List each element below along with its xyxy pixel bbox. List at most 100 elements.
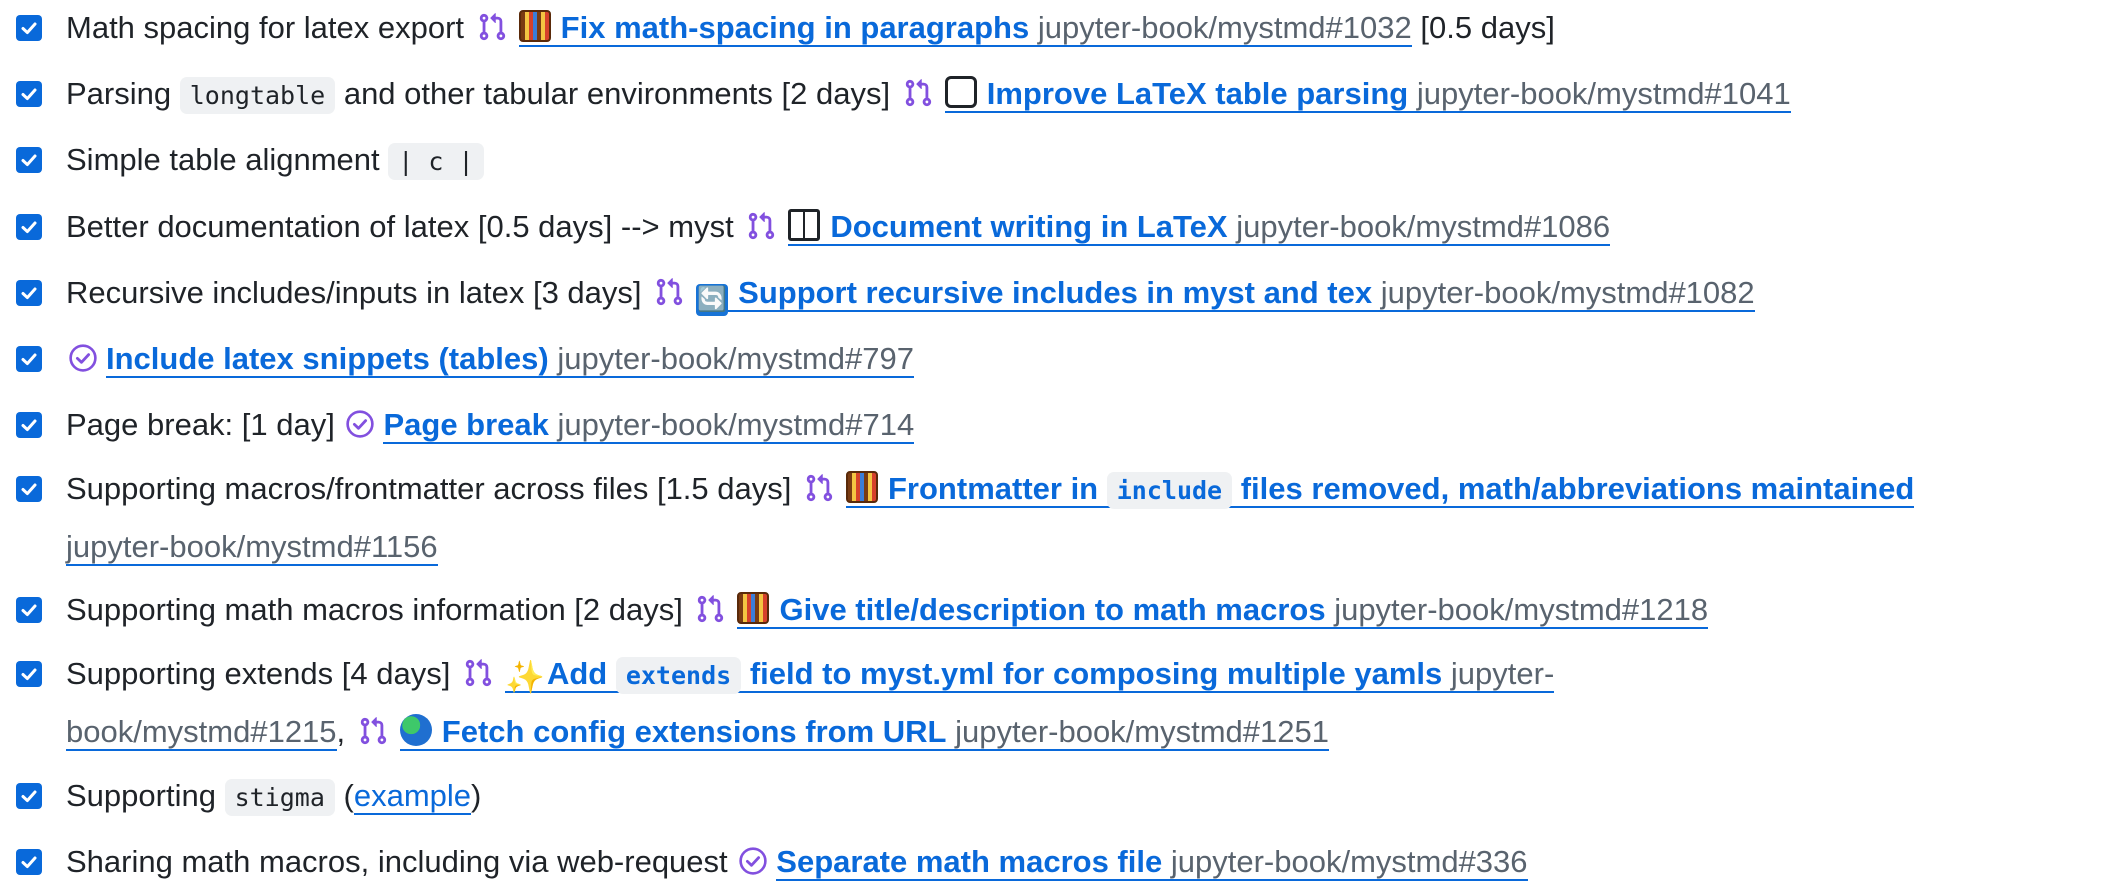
pr-repo: jupyter-book/mystmd#1218: [1334, 592, 1709, 627]
pull-request-icon: [746, 211, 776, 241]
pr-repo: jupyter-book/mystmd#1086: [1236, 209, 1611, 244]
task-text: Supporting extends [4 days]: [66, 656, 451, 691]
inline-code: extends: [615, 657, 742, 694]
pr-repo: jupyter-book/mystmd#1156: [66, 529, 438, 564]
task-checkbox[interactable]: [16, 214, 42, 240]
checkmark-icon: [19, 600, 39, 620]
task-checkbox[interactable]: [16, 280, 42, 306]
task-text: Page break: [1 day]: [66, 407, 335, 442]
task-text: Simple table alignment: [66, 142, 380, 177]
pr-title: Improve LaTeX table parsing: [986, 76, 1409, 111]
issue-title: Separate math macros file: [776, 844, 1163, 879]
pull-request-icon: [654, 277, 684, 307]
pull-request-icon: [695, 594, 725, 624]
pr-link[interactable]: Fetch config extensions from URL jupyter…: [399, 714, 1330, 751]
task-text: Supporting math macros information [2 da…: [66, 592, 683, 627]
task-item: Simple table alignment | c |: [16, 132, 2086, 190]
checkmark-icon: [19, 283, 39, 303]
book-emoji-icon: [788, 209, 821, 241]
inline-code: | c |: [388, 143, 484, 180]
pr-title: Fix math-spacing in paragraphs: [560, 10, 1030, 45]
issue-repo: jupyter-book/mystmd#714: [557, 407, 915, 442]
pr-link[interactable]: Improve LaTeX table parsing jupyter-book…: [944, 76, 1791, 113]
pr-repo: jupyter-book/mystmd#1032: [1037, 10, 1412, 45]
checkmark-icon: [19, 479, 39, 499]
pr-title: Frontmatter in: [888, 471, 1099, 506]
checkmark-icon: [19, 84, 39, 104]
example-link[interactable]: example: [353, 778, 472, 815]
pull-request-icon: [463, 658, 493, 688]
task-checkbox[interactable]: [16, 15, 42, 41]
task-text: Supporting macros/frontmatter across fil…: [66, 471, 792, 506]
pr-title: Give title/description to math macros: [779, 592, 1326, 627]
checkmark-icon: [19, 150, 39, 170]
task-item: Better documentation of latex [0.5 days]…: [16, 199, 2086, 255]
paren-open: (: [343, 778, 354, 813]
pull-request-icon: [804, 473, 834, 503]
pr-link[interactable]: 🔄 Support recursive includes in myst and …: [696, 275, 1755, 316]
task-checkbox[interactable]: [16, 412, 42, 438]
task-checkbox[interactable]: [16, 783, 42, 809]
task-item: Supporting macros/frontmatter across fil…: [16, 461, 2086, 575]
task-item: Math spacing for latex export Fix math-s…: [16, 0, 2086, 56]
pr-title: field to myst.yml for composing multiple…: [749, 656, 1443, 691]
task-checkbox[interactable]: [16, 346, 42, 372]
issue-repo: jupyter-book/mystmd#797: [557, 341, 915, 376]
checkmark-icon: [19, 217, 39, 237]
checkmark-icon: [19, 664, 39, 684]
inline-code: longtable: [179, 77, 336, 114]
refresh-emoji-icon: 🔄: [696, 284, 729, 316]
inline-code: stigma: [224, 779, 335, 816]
pr-link[interactable]: Give title/description to math macros ju…: [737, 592, 1709, 629]
pr-repo: jupyter-book/mystmd#1082: [1380, 275, 1755, 310]
task-item: Recursive includes/inputs in latex [3 da…: [16, 265, 2086, 321]
checkmark-icon: [19, 415, 39, 435]
checkmark-icon: [19, 18, 39, 38]
task-text: Supporting: [66, 778, 216, 813]
task-item: Page break: [1 day] Page break jupyter-b…: [16, 397, 2086, 453]
task-estimate: [0.5 days]: [1420, 10, 1555, 45]
task-item: Parsing longtable and other tabular envi…: [16, 66, 2086, 124]
checkmark-icon: [19, 349, 39, 369]
abacus-emoji-icon: [846, 471, 878, 503]
checkmark-icon: [19, 786, 39, 806]
sparkles-emoji-icon: ✨: [504, 659, 545, 695]
pull-request-icon: [358, 716, 388, 746]
issue-closed-icon: [68, 343, 98, 373]
task-text: Sharing math macros, including via web-r…: [66, 844, 728, 879]
task-item: Supporting stigma (example): [16, 768, 2086, 826]
task-text: Recursive includes/inputs in latex [3 da…: [66, 275, 642, 310]
abacus-emoji-icon: [737, 592, 770, 624]
task-text: Parsing: [66, 76, 172, 111]
pull-request-icon: [903, 78, 933, 108]
issue-repo: jupyter-book/mystmd#336: [1170, 844, 1528, 879]
pr-title: Support recursive includes in myst and t…: [738, 275, 1373, 310]
pr-link[interactable]: Fix math-spacing in paragraphs jupyter-b…: [518, 10, 1412, 47]
issue-link[interactable]: Page break jupyter-book/mystmd#714: [383, 407, 915, 444]
pull-request-icon: [477, 12, 507, 42]
task-text: Better documentation of latex [0.5 days]…: [66, 209, 734, 244]
pr-title: files removed, math/abbreviations mainta…: [1240, 471, 1915, 506]
issue-title: Page break: [383, 407, 549, 442]
task-checkbox[interactable]: [16, 661, 42, 687]
issue-link[interactable]: Separate math macros file jupyter-book/m…: [776, 844, 1528, 881]
issue-closed-icon: [345, 409, 375, 439]
pr-repo: jupyter-book/mystmd#1251: [955, 714, 1330, 749]
task-checkbox[interactable]: [16, 597, 42, 623]
pr-link[interactable]: Document writing in LaTeX jupyter-book/m…: [788, 209, 1611, 246]
globe-emoji-icon: [399, 714, 432, 746]
abacus-emoji-icon: [518, 10, 551, 42]
task-item: Include latex snippets (tables) jupyter-…: [16, 331, 2086, 387]
issue-closed-icon: [738, 846, 768, 876]
issue-link[interactable]: Include latex snippets (tables) jupyter-…: [106, 341, 915, 378]
pr-title: Add: [546, 656, 608, 691]
task-checkbox[interactable]: [16, 81, 42, 107]
separator: ,: [336, 714, 346, 749]
task-item: Supporting extends [4 days] ✨Add extends…: [16, 646, 2086, 760]
task-text: and other tabular environments [2 days]: [343, 76, 891, 111]
task-checkbox[interactable]: [16, 849, 42, 875]
pr-repo: jupyter-book/mystmd#1041: [1416, 76, 1791, 111]
task-checkbox[interactable]: [16, 476, 42, 502]
task-checkbox[interactable]: [16, 147, 42, 173]
task-text: Math spacing for latex export: [66, 10, 465, 45]
